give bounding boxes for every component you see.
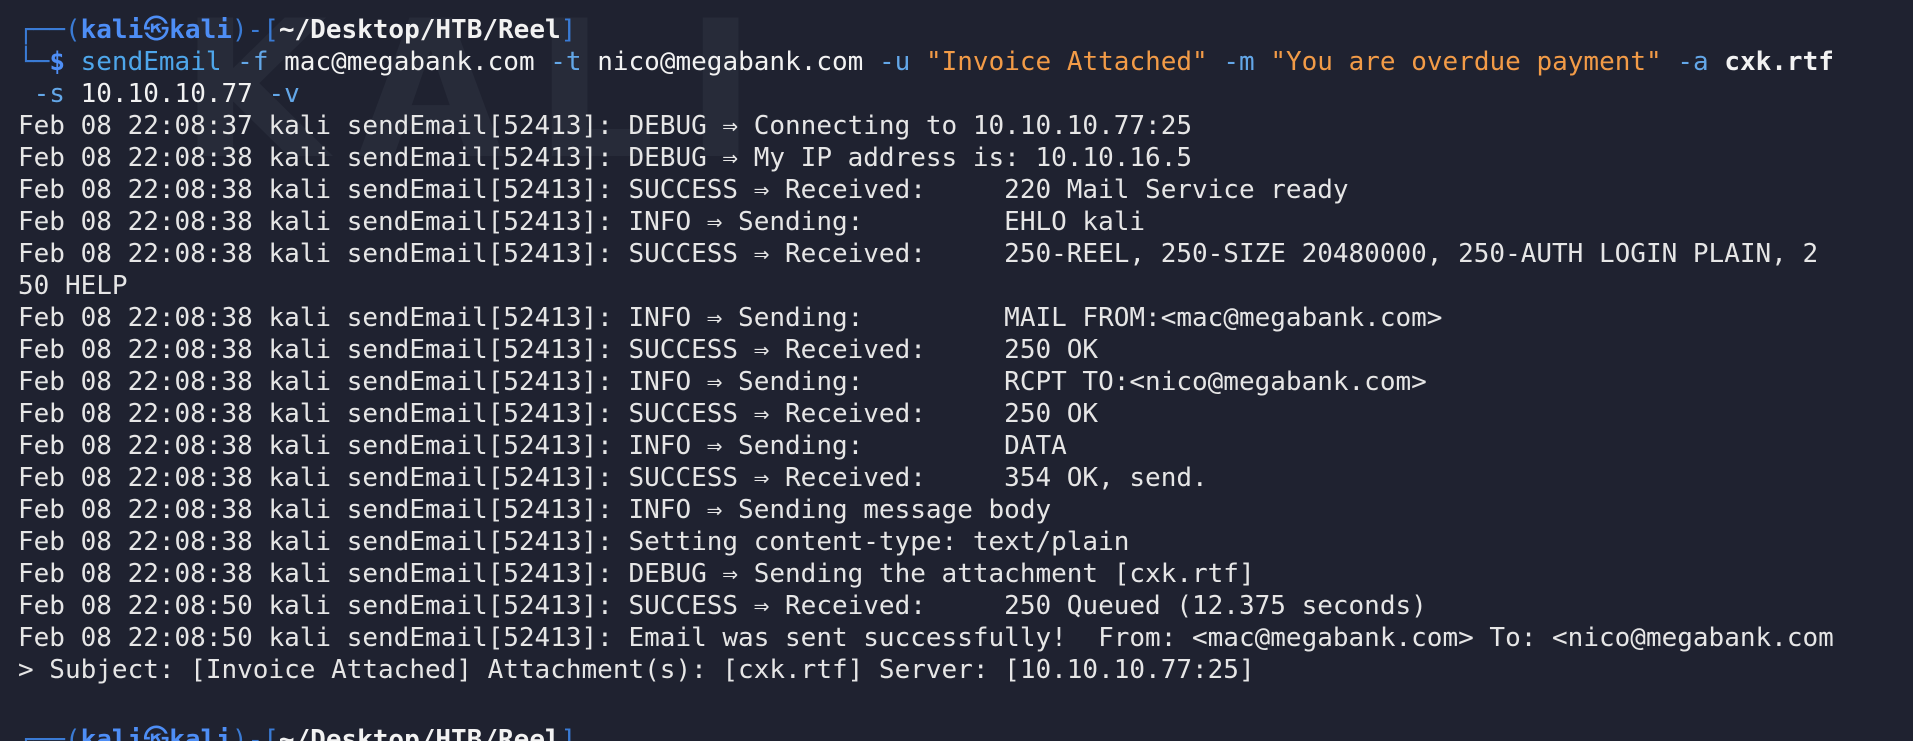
output-line: Feb 08 22:08:38 kali sendEmail[52413]: D… [18, 143, 1192, 173]
output-line: Feb 08 22:08:37 kali sendEmail[52413]: D… [18, 111, 1192, 141]
command-line-wrap[interactable]: -s 10.10.10.77 -v [18, 78, 1913, 110]
output-line-blank [18, 686, 1913, 718]
prompt-frame-end: ] [560, 15, 577, 45]
command-flag-t: -t [550, 47, 582, 77]
next-prompt-user: kali [80, 725, 144, 741]
prompt-frame-bottom: └─ [18, 47, 50, 77]
output-line: Feb 08 22:08:38 kali sendEmail[52413]: S… [18, 335, 1099, 365]
output-line: Feb 08 22:08:38 kali sendEmail[52413]: S… [18, 463, 1208, 493]
output-line: Feb 08 22:08:38 kali sendEmail[52413]: S… [18, 175, 1349, 205]
next-prompt-frame-end: ] [560, 725, 577, 741]
command-value-t: nico@megabank.com [597, 47, 864, 77]
next-prompt-host: kali [169, 725, 232, 741]
command-line[interactable]: └─$ sendEmail -f mac@megabank.com -t nic… [18, 46, 1913, 78]
output-line: Feb 08 22:08:50 kali sendEmail[52413]: S… [18, 591, 1427, 621]
command-flag-m: -m [1223, 47, 1255, 77]
next-prompt-at-icon: ㉿ [143, 725, 170, 741]
output-line: Feb 08 22:08:38 kali sendEmail[52413]: I… [18, 431, 1067, 461]
output-line: Feb 08 22:08:38 kali sendEmail[52413]: I… [18, 367, 1427, 397]
command-value-m: "You are overdue payment" [1270, 47, 1662, 77]
output-line: Feb 08 22:08:38 kali sendEmail[52413]: I… [18, 207, 1146, 237]
output-line: 50 HELP [18, 271, 128, 301]
prompt-header: ┌──(kali㉿kali)-[~/Desktop/HTB/Reel] [18, 14, 1913, 46]
output-line: Feb 08 22:08:38 kali sendEmail[52413]: I… [18, 495, 1052, 525]
prompt-frame-mid: )-[ [231, 15, 279, 45]
prompt-frame-top: ┌──( [18, 15, 81, 45]
prompt-host: kali [169, 15, 232, 45]
command-flag-v: -v [268, 79, 300, 109]
output-line: Feb 08 22:08:38 kali sendEmail[52413]: I… [18, 303, 1443, 333]
command-value-u: "Invoice Attached" [925, 47, 1208, 77]
output-line: Feb 08 22:08:38 kali sendEmail[52413]: S… [18, 399, 1099, 429]
prompt-path: ~/Desktop/HTB/Reel [278, 15, 561, 45]
next-prompt-header: ┌──(kali㉿kali)-[~/Desktop/HTB/Reel] [18, 724, 1913, 741]
command-flag-s: -s [33, 79, 65, 109]
next-prompt-path: ~/Desktop/HTB/Reel [278, 725, 561, 741]
output-line: Feb 08 22:08:38 kali sendEmail[52413]: D… [18, 559, 1255, 589]
next-prompt-frame-top: ┌──( [18, 725, 81, 741]
command-program: sendEmail [80, 47, 222, 77]
command-flag-u: -u [878, 47, 911, 77]
output-line: Feb 08 22:08:38 kali sendEmail[52413]: S… [18, 527, 1130, 557]
prompt-at-icon: ㉿ [143, 15, 170, 45]
command-flag-f: -f [237, 47, 269, 77]
output-line: Feb 08 22:08:38 kali sendEmail[52413]: S… [18, 239, 1819, 269]
command-value-s: 10.10.10.77 [80, 79, 253, 109]
terminal-window[interactable]: KALI ┌──(kali㉿kali)-[~/Desktop/HTB/Reel]… [0, 0, 1913, 741]
prompt-dollar: $ [49, 47, 65, 77]
output-line: > Subject: [Invoice Attached] Attachment… [18, 655, 1255, 685]
command-flag-a: -a [1677, 47, 1709, 77]
command-value-a: cxk.rtf [1724, 47, 1834, 77]
next-prompt-frame-mid: )-[ [231, 725, 279, 741]
prompt-user: kali [80, 15, 144, 45]
output-line: Feb 08 22:08:50 kali sendEmail[52413]: E… [18, 623, 1834, 653]
command-value-f: mac@megabank.com [284, 47, 535, 77]
